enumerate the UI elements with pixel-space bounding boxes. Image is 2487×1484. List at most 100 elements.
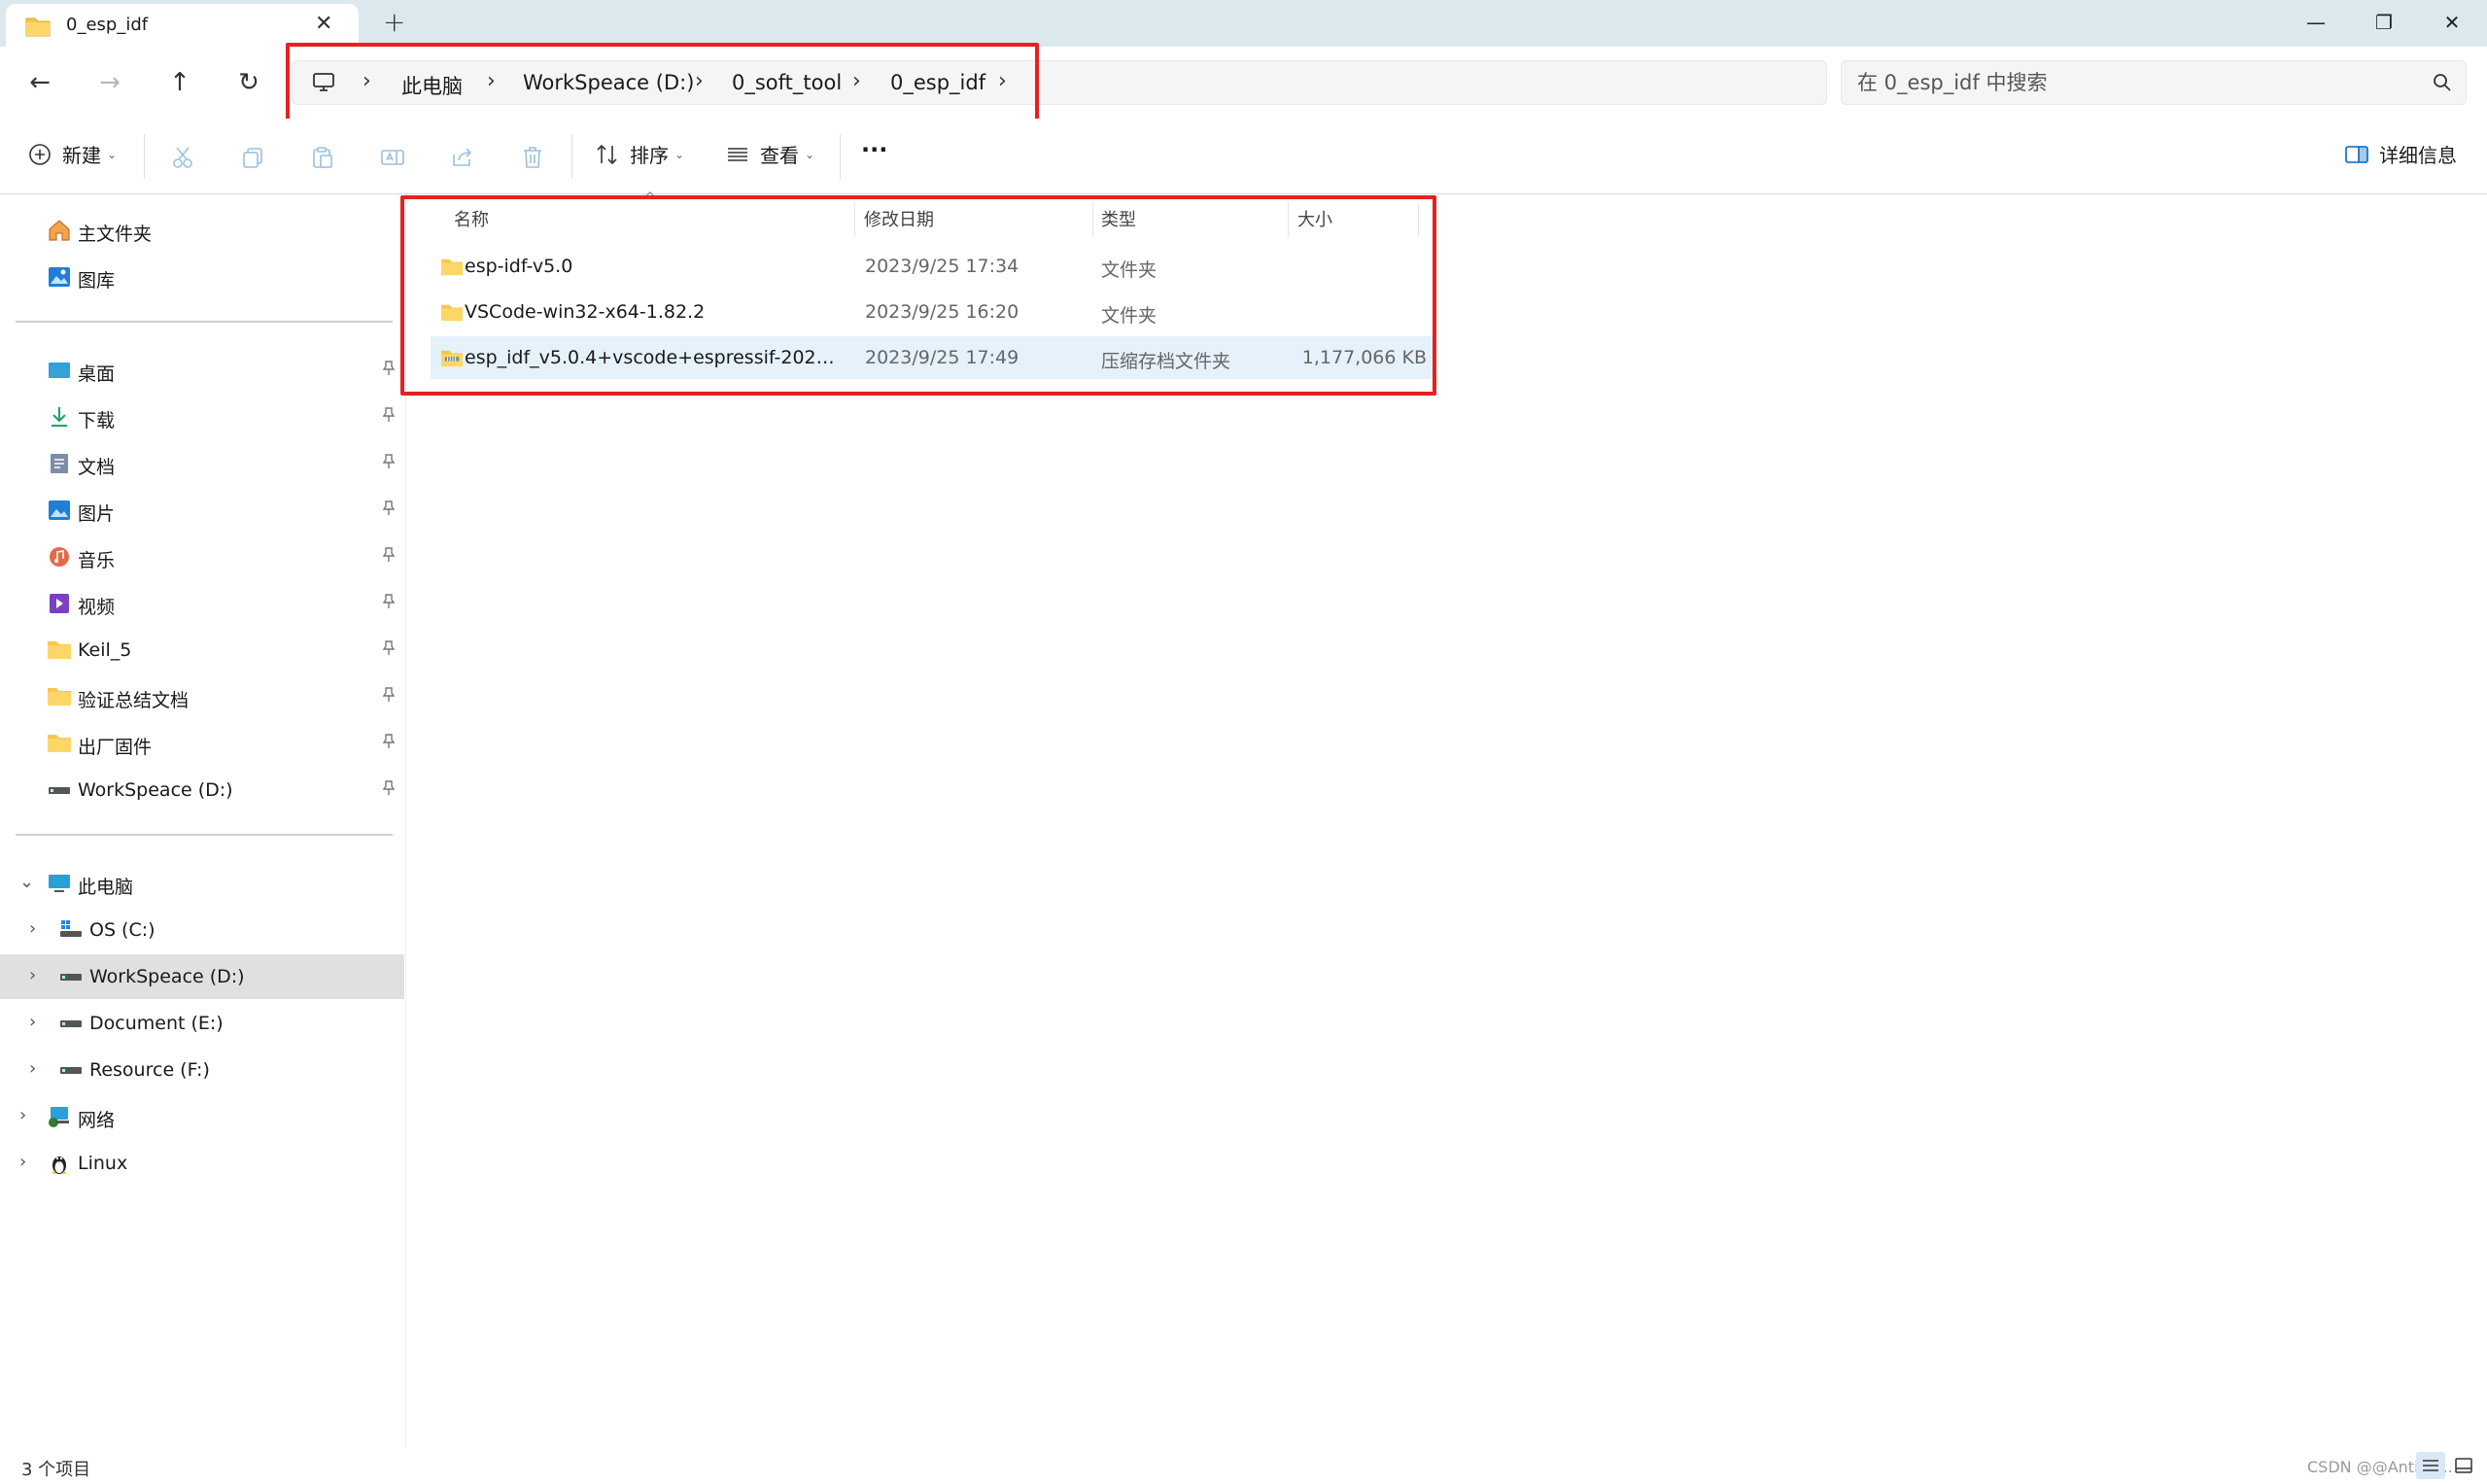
pin-icon[interactable] (382, 687, 396, 707)
plus-circle-icon (29, 143, 51, 165)
new-tab-button[interactable]: + (383, 6, 405, 38)
back-button[interactable]: ← (21, 64, 58, 101)
chevron-right-icon[interactable]: › (19, 1105, 26, 1125)
chevron-right-icon[interactable]: › (29, 1012, 36, 1032)
sidebar-item-videos[interactable]: 视频 (0, 581, 404, 626)
share-icon (453, 148, 472, 166)
view-label: 查看 (760, 144, 799, 167)
thumbnail-view-icon (2455, 1458, 2472, 1473)
address-bar[interactable]: › 此电脑 › WorkSpeace (D:) › 0_soft_tool › … (292, 60, 1827, 105)
sidebar-item-label: 下载 (78, 410, 116, 431)
breadcrumb-item-drive[interactable]: WorkSpeace (D:) (523, 71, 694, 94)
column-divider[interactable] (854, 202, 855, 237)
sidebar-item-linux[interactable]: › Linux (0, 1141, 404, 1186)
sidebar-item-label: 文档 (78, 457, 116, 478)
column-divider[interactable] (1418, 202, 1419, 237)
tab-close-icon[interactable]: ✕ (315, 12, 332, 36)
sidebar-item-documents[interactable]: 文档 (0, 441, 404, 486)
sidebar-item-music[interactable]: 音乐 (0, 535, 404, 579)
paste-button[interactable] (307, 142, 338, 173)
pin-icon[interactable] (382, 594, 396, 613)
sidebar-item-network[interactable]: › 网络 (0, 1094, 404, 1139)
up-button[interactable]: ↑ (161, 64, 198, 101)
delete-button[interactable] (517, 142, 548, 173)
sidebar-item-keil[interactable]: Keil_5 (0, 628, 404, 673)
sidebar-item-downloads[interactable]: 下载 (0, 395, 404, 439)
chevron-down-icon: ⌄ (674, 147, 685, 161)
column-header-name[interactable]: 名称 (454, 206, 489, 231)
chevron-right-icon[interactable]: › (19, 1152, 26, 1172)
file-row[interactable]: esp-idf-v5.0 2023/9/25 17:34 文件夹 (431, 245, 1433, 288)
column-divider[interactable] (1288, 202, 1289, 237)
sidebar-item-desktop[interactable]: 桌面 (0, 348, 404, 393)
tab-active[interactable]: 0_esp_idf ✕ (6, 4, 359, 47)
breadcrumb-separator[interactable]: › (852, 69, 861, 93)
sidebar-item-pictures[interactable]: 图片 (0, 488, 404, 533)
chevron-right-icon[interactable]: › (29, 1058, 36, 1079)
sidebar-item-factory-firmware[interactable]: 出厂固件 (0, 721, 404, 766)
sidebar-item-home[interactable]: 主文件夹 (0, 208, 404, 253)
close-window-button[interactable]: ✕ (2418, 0, 2486, 45)
more-options-button[interactable]: ··· (861, 136, 887, 163)
file-row[interactable]: VSCode-win32-x64-1.82.2 2023/9/25 16:20 … (431, 291, 1433, 333)
sidebar-item-drive-c[interactable]: › OS (C:) (0, 908, 404, 952)
pin-icon[interactable] (382, 780, 396, 800)
file-row[interactable]: esp_idf_v5.0.4+vscode+espressif-2023-9-2… (431, 336, 1433, 379)
thumbnail-view-button[interactable] (2449, 1452, 2478, 1479)
new-button[interactable]: 新建 ⌄ (27, 140, 117, 168)
pin-icon[interactable] (382, 734, 396, 753)
rename-button[interactable] (377, 142, 408, 173)
copy-button[interactable] (237, 142, 268, 173)
share-button[interactable] (447, 142, 478, 173)
forward-button[interactable]: → (91, 64, 128, 101)
pin-icon[interactable] (382, 361, 396, 380)
toolbar-divider (571, 134, 572, 179)
cut-button[interactable] (167, 142, 198, 173)
pin-icon[interactable] (382, 547, 396, 567)
column-divider[interactable] (1092, 202, 1093, 237)
sidebar-item-gallery[interactable]: 图库 (0, 255, 404, 299)
minimize-button[interactable]: — (2282, 0, 2350, 45)
search-box[interactable] (1841, 60, 2467, 105)
sidebar-item-workspeace-pinned[interactable]: WorkSpeace (D:) (0, 768, 404, 812)
file-modified: 2023/9/25 17:49 (865, 347, 1019, 368)
refresh-button[interactable]: ↻ (230, 64, 267, 101)
computer-icon[interactable] (312, 72, 335, 97)
details-view-button[interactable] (2416, 1452, 2445, 1479)
sidebar-item-verification-docs[interactable]: 验证总结文档 (0, 674, 404, 719)
column-header-size[interactable]: 大小 (1297, 206, 1332, 231)
breadcrumb-separator[interactable]: › (487, 69, 496, 93)
pin-icon[interactable] (382, 500, 396, 520)
pin-icon[interactable] (382, 640, 396, 660)
pin-icon[interactable] (382, 454, 396, 473)
breadcrumb-item-this-pc[interactable]: 此电脑 (401, 71, 463, 100)
sidebar-item-drive-d[interactable]: › WorkSpeace (D:) (0, 954, 404, 999)
sidebar-item-label: 图库 (78, 270, 116, 292)
zip-folder-icon (440, 348, 464, 372)
details-pane-button[interactable]: 详细信息 (2344, 140, 2457, 168)
column-header-modified[interactable]: 修改日期 (864, 206, 934, 231)
breadcrumb-separator[interactable]: › (695, 69, 704, 93)
chevron-down-icon[interactable]: ⌄ (19, 872, 34, 892)
sidebar-item-drive-e[interactable]: › Document (E:) (0, 1001, 404, 1046)
sidebar-item-this-pc[interactable]: ⌄ 此电脑 (0, 861, 404, 906)
drive-icon (58, 965, 84, 988)
sort-button[interactable]: 排序 ⌄ (595, 140, 684, 168)
breadcrumb-separator[interactable]: › (998, 69, 1007, 93)
breadcrumb-item-current[interactable]: 0_esp_idf (890, 71, 985, 94)
search-input[interactable] (1857, 61, 2401, 104)
breadcrumb-item-soft-tool[interactable]: 0_soft_tool (732, 71, 842, 94)
column-header-type[interactable]: 类型 (1101, 206, 1136, 231)
view-button[interactable]: 查看 ⌄ (725, 140, 814, 168)
navigation-bar: ← → ↑ ↻ › 此电脑 › WorkSpeace (D:) › 0_soft… (0, 47, 2487, 117)
sidebar-item-drive-f[interactable]: › Resource (F:) (0, 1048, 404, 1092)
pin-icon[interactable] (382, 407, 396, 427)
chevron-right-icon[interactable]: › (29, 918, 36, 939)
drive-icon (47, 778, 72, 802)
breadcrumb-separator[interactable]: › (363, 69, 371, 93)
restore-button[interactable]: ❐ (2350, 0, 2418, 45)
search-icon[interactable] (2433, 73, 2452, 96)
file-size: 1,177,066 KB (1301, 347, 1427, 368)
chevron-right-icon[interactable]: › (29, 965, 36, 985)
details-view-icon (2423, 1460, 2438, 1471)
